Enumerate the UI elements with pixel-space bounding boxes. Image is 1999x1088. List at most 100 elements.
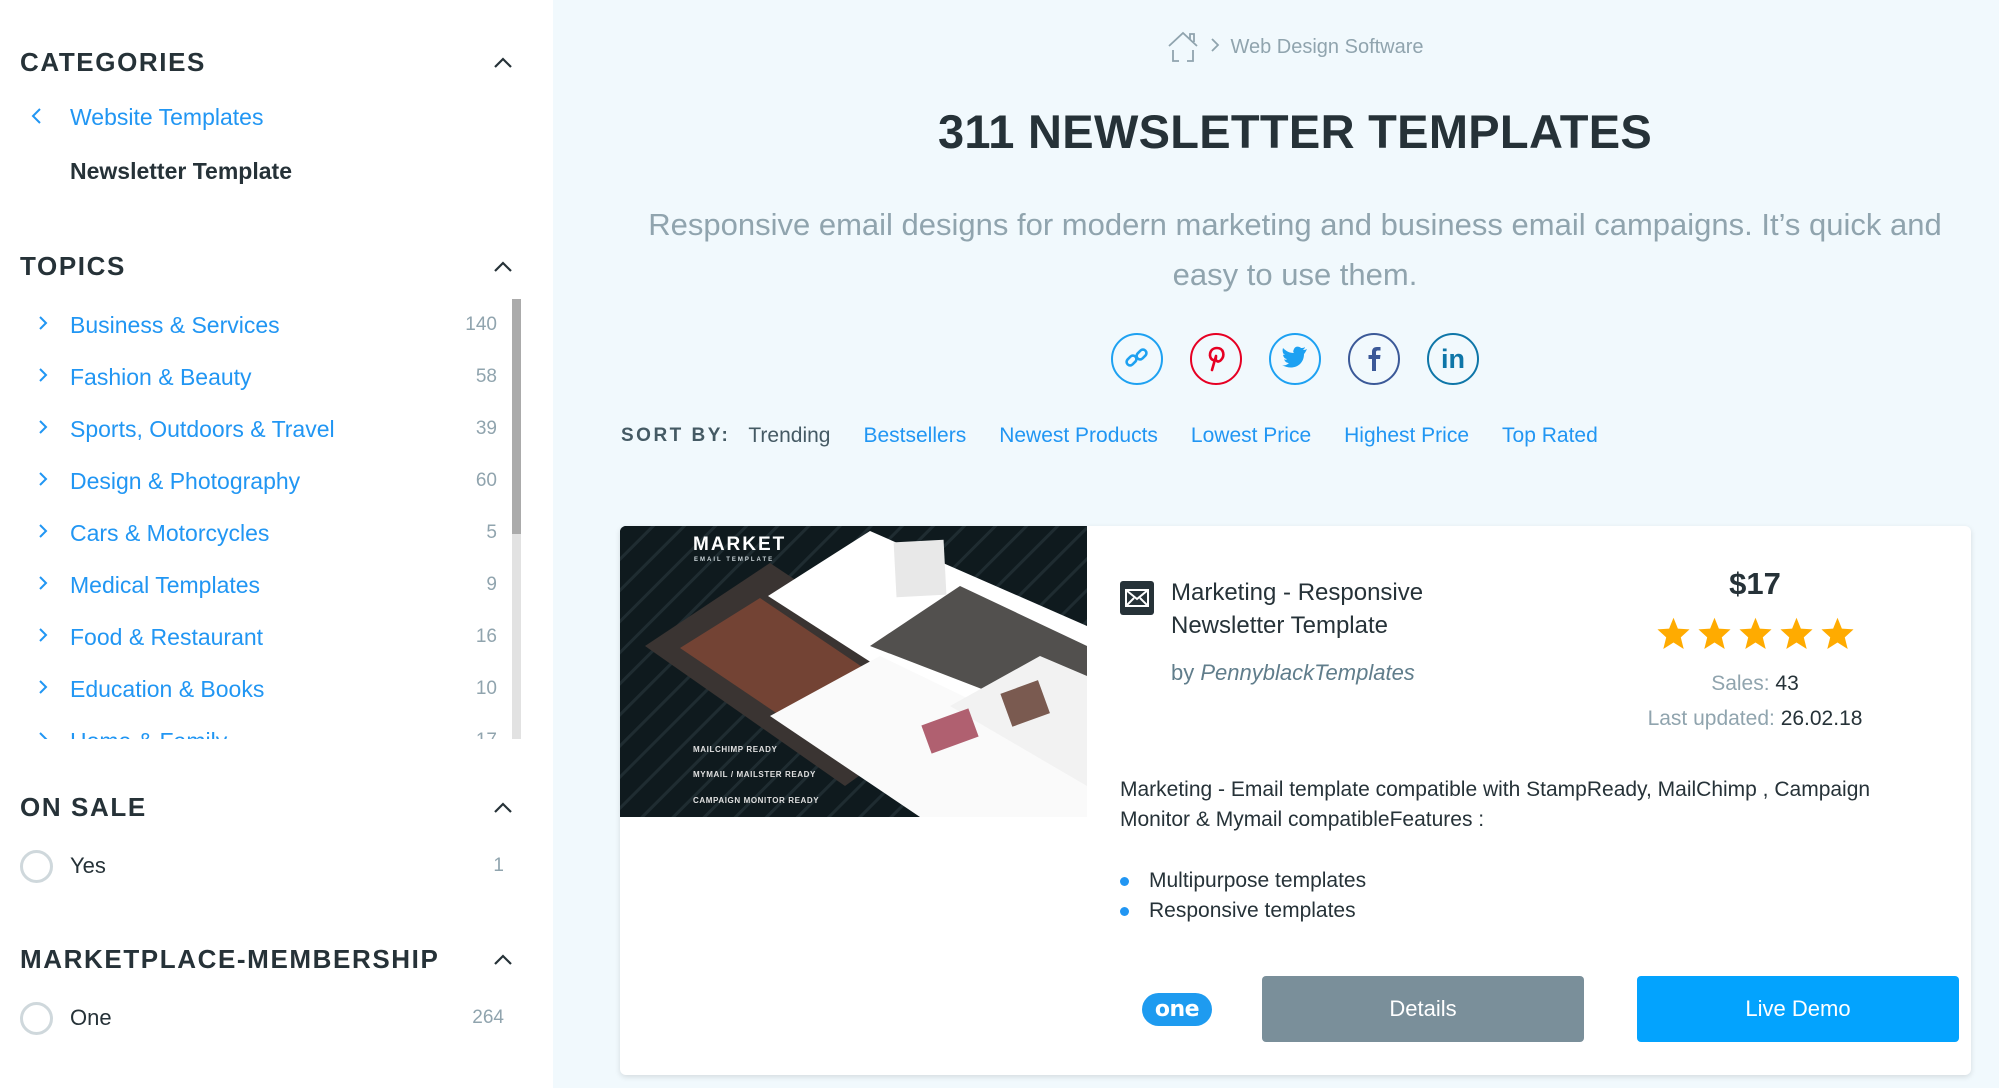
topic-count: 9 <box>486 574 497 595</box>
chevron-right-icon <box>0 574 70 597</box>
product-description: Marketing - Email template compatible wi… <box>1120 778 1871 831</box>
page-subtitle: Responsive email designs for modern mark… <box>648 207 1942 292</box>
sort-option-lowest-price[interactable]: Lowest Price <box>1191 424 1311 448</box>
categories-title: CATEGORIES <box>20 46 206 77</box>
home-icon[interactable] <box>1166 30 1200 64</box>
live-demo-button[interactable]: Live Demo <box>1637 976 1959 1042</box>
thumbnail-artwork <box>620 526 1087 817</box>
pinterest-icon <box>1204 344 1228 375</box>
chevron-up-icon[interactable] <box>492 51 514 73</box>
topic-label: Business & Services <box>70 311 280 338</box>
product-thumbnail[interactable]: MARKET EMAIL TEMPLATE MAILCHIMP READY MY… <box>620 526 1087 817</box>
page-title: 311 NEWSLETTER TEMPLATES <box>937 105 1653 158</box>
star-rating <box>1580 616 1930 650</box>
topic-label: Sports, Outdoors & Travel <box>70 415 335 442</box>
topic-item[interactable]: Design & Photography 60 <box>0 455 497 507</box>
thumbnail-line: CAMPAIGN MONITOR READY <box>693 796 820 805</box>
chevron-right-icon <box>0 678 70 701</box>
topics-list: Business & Services 140 Fashion & Beauty… <box>0 298 530 739</box>
topic-item[interactable]: Cars & Motorcycles 5 <box>0 507 497 559</box>
topic-item[interactable]: Fashion & Beauty 58 <box>0 351 497 403</box>
topic-item[interactable]: Home & Family 17 <box>0 715 497 739</box>
chevron-right-icon <box>1210 37 1220 58</box>
chevron-right-icon <box>0 366 70 389</box>
topics-scrollbar[interactable] <box>512 299 521 739</box>
chevron-up-icon[interactable] <box>492 796 514 818</box>
updated-label: Last updated: <box>1647 707 1775 730</box>
updated-value: 26.02.18 <box>1780 707 1863 730</box>
topic-label: Education & Books <box>70 675 265 702</box>
topic-label: Food & Restaurant <box>70 623 264 650</box>
topic-item[interactable]: Medical Templates 9 <box>0 559 497 611</box>
chevron-right-icon <box>0 470 70 493</box>
radio-button[interactable] <box>20 849 53 883</box>
membership-option-one[interactable]: One 264 <box>20 998 504 1038</box>
radio-button[interactable] <box>20 1001 53 1035</box>
topics-header[interactable]: TOPICS <box>20 246 520 286</box>
topic-item[interactable]: Food & Restaurant 16 <box>0 611 497 663</box>
topic-item[interactable]: Education & Books 10 <box>0 663 497 715</box>
twitter-icon <box>1281 346 1309 373</box>
topic-label: Cars & Motorcycles <box>70 519 270 546</box>
sort-option-newest[interactable]: Newest Products <box>999 424 1158 448</box>
updated-stat: Last updated: 26.02.18 <box>1580 701 1930 736</box>
sales-stat: Sales: 43 <box>1580 666 1930 701</box>
on-sale-header[interactable]: ON SALE <box>20 787 520 827</box>
topic-label: Design & Photography <box>70 467 301 494</box>
categories-header[interactable]: CATEGORIES <box>20 42 520 82</box>
on-sale-option-yes[interactable]: Yes 1 <box>20 846 504 886</box>
topic-item[interactable]: Sports, Outdoors & Travel 39 <box>0 403 497 455</box>
sort-option-highest-price[interactable]: Highest Price <box>1344 424 1469 448</box>
author-link[interactable]: PennyblackTemplates <box>1200 660 1414 685</box>
share-facebook-button[interactable] <box>1348 333 1400 385</box>
price-box: $17 Sales: 43 Last updated: 26.02.18 <box>1580 566 1930 736</box>
chevron-right-icon <box>0 522 70 545</box>
chevron-right-icon <box>0 314 70 337</box>
membership-header[interactable]: MARKETPLACE-MEMBERSHIP <box>20 939 520 979</box>
topic-count: 10 <box>475 678 497 699</box>
category-parent-link[interactable]: Website Templates <box>30 104 263 131</box>
topic-item[interactable]: Business & Services 140 <box>0 299 497 351</box>
sales-value: 43 <box>1775 672 1799 695</box>
link-icon <box>1123 344 1151 375</box>
share-linkedin-button[interactable]: in <box>1427 333 1479 385</box>
product-title[interactable]: Marketing - Responsive Newsletter Templa… <box>1171 576 1450 642</box>
sort-option-trending[interactable]: Trending <box>748 424 830 448</box>
breadcrumb-current[interactable]: Web Design Software <box>1230 36 1423 59</box>
topic-label: Home & Family <box>70 728 476 740</box>
topic-count: 16 <box>475 626 497 647</box>
filter-sidebar: CATEGORIES Website Templates Newsletter … <box>0 0 553 1088</box>
chevron-up-icon[interactable] <box>492 255 514 277</box>
thumbnail-brand: MARKET <box>693 534 787 555</box>
topic-count: 5 <box>486 522 497 543</box>
sort-option-bestsellers[interactable]: Bestsellers <box>863 424 966 448</box>
bullet-icon <box>1120 906 1129 916</box>
main-content: Web Design Software 311 NEWSLETTER TEMPL… <box>553 0 1999 1088</box>
chevron-up-icon[interactable] <box>492 948 514 970</box>
topic-count: 58 <box>475 366 497 387</box>
share-link-button[interactable] <box>1111 333 1163 385</box>
details-button[interactable]: Details <box>1262 976 1584 1042</box>
star-icon <box>1779 617 1813 650</box>
star-icon <box>1738 617 1772 650</box>
thumbnail-brand-sub: EMAIL TEMPLATE <box>694 557 775 563</box>
on-sale-title: ON SALE <box>20 791 147 822</box>
share-twitter-button[interactable] <box>1269 333 1321 385</box>
share-bar: in <box>553 333 1999 385</box>
topics-scrollbar-thumb[interactable] <box>512 299 521 534</box>
topic-count: 17 <box>476 730 497 739</box>
author-prefix: by <box>1171 660 1195 685</box>
topic-label: Fashion & Beauty <box>70 363 252 390</box>
share-pinterest-button[interactable] <box>1190 333 1242 385</box>
category-current: Newsletter Template <box>70 158 292 184</box>
thumbnail-line: MAILCHIMP READY <box>693 745 778 754</box>
sort-option-top-rated[interactable]: Top Rated <box>1502 424 1598 448</box>
sales-label: Sales: <box>1711 672 1770 695</box>
sort-bar: SORT BY: Trending Bestsellers Newest Pro… <box>621 424 1631 448</box>
category-parent-label: Website Templates <box>70 104 264 130</box>
thumbnail-line: MYMAIL / MAILSTER READY <box>693 770 816 779</box>
feature-text: Multipurpose templates <box>1149 869 1367 892</box>
radio-label: One <box>70 1005 112 1030</box>
linkedin-icon: in <box>1441 343 1465 374</box>
bullet-icon <box>1120 876 1129 886</box>
